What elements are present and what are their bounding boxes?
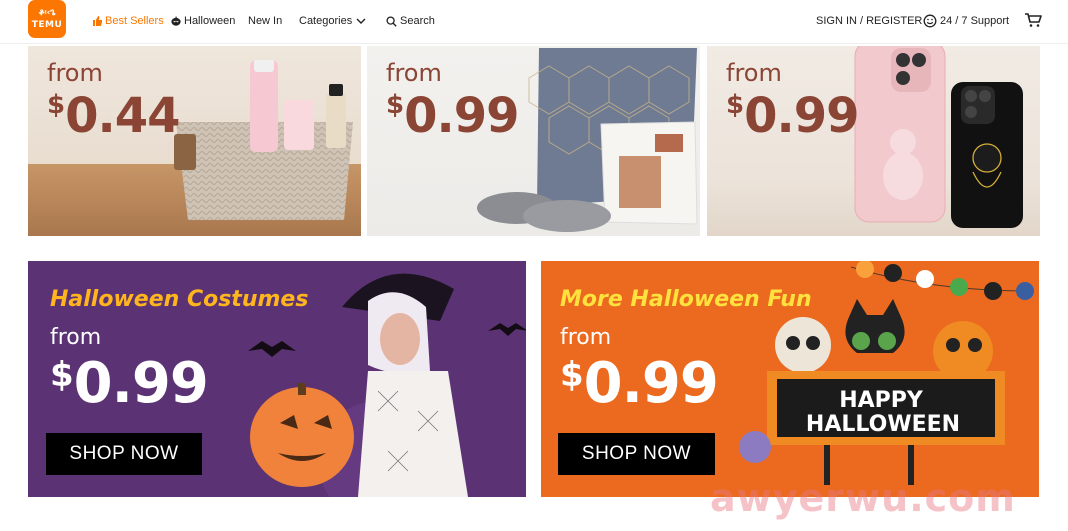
nav-new-in[interactable]: New In [248, 14, 282, 28]
price-value: 0.99 [744, 88, 859, 144]
from-label: from [47, 59, 103, 87]
pumpkin-icon [171, 16, 181, 26]
nav-best-sellers[interactable]: Best Sellers [92, 14, 164, 28]
nav-categories-label: Categories [299, 15, 353, 27]
logo-mark: ቆ፡‹ጌ [38, 8, 56, 18]
support-label: 24 / 7 Support [940, 15, 1010, 27]
product-tile-phone-cases[interactable]: from $0.99 [707, 46, 1040, 236]
support-link[interactable]: 24 / 7 Support [923, 14, 1009, 28]
banner-title: Halloween Costumes [50, 287, 309, 312]
watermark-text: awyerwu.com [710, 476, 1016, 520]
currency-symbol: $ [726, 90, 745, 120]
nav-halloween-label: Halloween [184, 15, 236, 27]
currency-symbol: $ [560, 355, 584, 395]
price-value: 0.44 [65, 88, 180, 144]
nav-new-in-label: New In [248, 15, 283, 27]
currency-symbol: $ [50, 355, 74, 395]
price: $0.99 [726, 88, 860, 144]
phone-cases-image [854, 46, 1023, 228]
nav-search-label: Search [400, 15, 435, 27]
cart-icon[interactable] [1024, 12, 1042, 28]
from-label: from [386, 59, 442, 87]
price: $0.99 [560, 351, 719, 416]
price-value: 0.99 [404, 88, 519, 144]
sign-text-halloween: HALLOWEEN [806, 412, 960, 437]
temu-logo[interactable]: ቆ፡‹ጌ TEMU [28, 0, 66, 38]
banner-more-halloween-fun[interactable]: HAPPY HALLOWEEN More Halloween Fun from … [541, 261, 1039, 497]
from-label: from [560, 325, 612, 350]
sign-in-register-link[interactable]: SIGN IN / REGISTER [816, 14, 922, 28]
nav-halloween[interactable]: Halloween [171, 14, 235, 28]
sign-in-register-label: SIGN IN / REGISTER [816, 15, 923, 27]
price: $0.44 [47, 88, 181, 144]
nav-best-sellers-label: Best Sellers [105, 15, 164, 27]
top-header: ቆ፡‹ጌ TEMU Best Sellers Halloween New In … [0, 0, 1068, 44]
price: $0.99 [50, 351, 209, 416]
price-value: 0.99 [583, 351, 719, 416]
currency-symbol: $ [386, 90, 405, 120]
product-tile-storage-basket[interactable]: from $0.44 [28, 46, 361, 236]
currency-symbol: $ [47, 90, 66, 120]
nav-search[interactable]: Search [386, 14, 435, 28]
sign-text-happy: HAPPY [839, 388, 924, 413]
banner-title: More Halloween Fun [560, 287, 812, 312]
smiley-icon [923, 14, 937, 28]
banner-halloween-costumes[interactable]: Halloween Costumes from $0.99 SHOP NOW [28, 261, 526, 497]
from-label: from [726, 59, 782, 87]
price-value: 0.99 [73, 351, 209, 416]
search-icon [386, 15, 397, 27]
product-tile-pillow-slippers[interactable]: from $0.99 [367, 46, 700, 236]
basket-image [174, 60, 353, 220]
shop-now-button[interactable]: SHOP NOW [46, 433, 202, 475]
logo-wordmark: TEMU [31, 20, 63, 30]
chevron-down-icon [355, 17, 367, 25]
thumbs-up-icon [92, 16, 102, 26]
nav-categories[interactable]: Categories [299, 14, 367, 28]
from-label: from [50, 325, 102, 350]
shop-now-button[interactable]: SHOP NOW [558, 433, 715, 475]
price: $0.99 [386, 88, 520, 144]
